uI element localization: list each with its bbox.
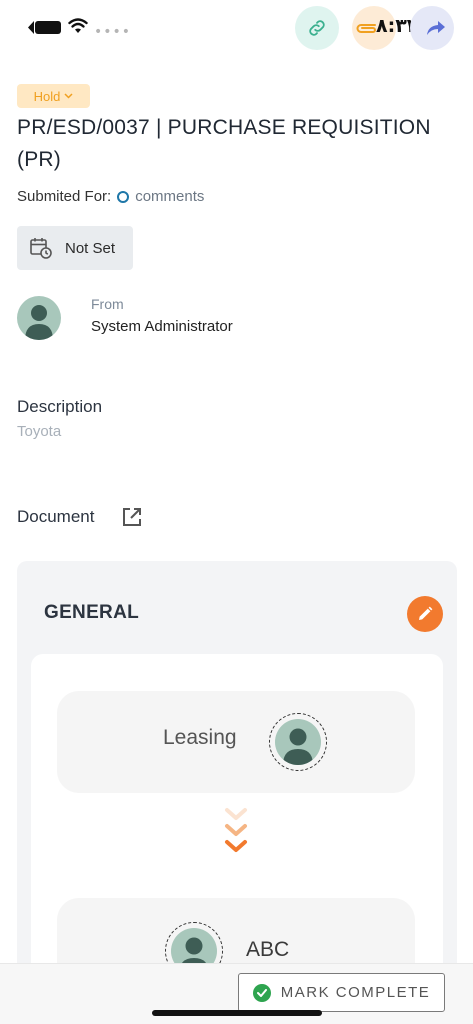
- bottom-action-bar: MARK COMPLETE: [0, 963, 473, 1024]
- workflow-step[interactable]: Leasing: [57, 691, 415, 793]
- submitted-for-value[interactable]: comments: [135, 188, 204, 205]
- signal-dots: ••••: [94, 24, 132, 40]
- from-label: From: [91, 296, 124, 312]
- step-name: Leasing: [163, 726, 237, 749]
- circle-icon: [117, 190, 130, 203]
- chevron-arrows-icon: [225, 808, 247, 852]
- description-label: Description: [17, 397, 103, 416]
- calendar-clock-icon: [30, 238, 52, 259]
- check-circle-icon: [252, 983, 271, 1002]
- submitted-for-row: Submited For: comments: [17, 188, 204, 205]
- step-assignee-avatar: [269, 713, 327, 771]
- submitted-for-label: Submited For:: [17, 188, 112, 205]
- chevron-down-icon: [64, 93, 73, 99]
- pencil-icon: [419, 606, 433, 620]
- copy-link-button[interactable]: [295, 6, 339, 50]
- wifi-icon: [68, 18, 88, 33]
- edit-workflow-button[interactable]: [407, 596, 443, 632]
- workflow-card: GENERAL Leasing ABC: [17, 561, 457, 1024]
- description-value: Toyota: [17, 423, 62, 440]
- open-external-icon[interactable]: [121, 506, 143, 528]
- share-icon: [427, 21, 445, 35]
- link-icon: [309, 20, 325, 36]
- sender-name: System Administrator: [91, 318, 233, 335]
- sender-avatar: [17, 296, 61, 340]
- share-button[interactable]: [410, 6, 454, 50]
- mark-complete-button[interactable]: MARK COMPLETE: [238, 973, 445, 1012]
- workflow-title: GENERAL: [44, 602, 139, 623]
- due-date-button[interactable]: Not Set: [17, 226, 133, 270]
- status-dropdown[interactable]: Hold: [17, 84, 90, 108]
- home-indicator[interactable]: [152, 1010, 322, 1016]
- status-label: Hold: [33, 88, 61, 104]
- step-name: ABC: [246, 938, 290, 961]
- mark-complete-label: MARK COMPLETE: [280, 984, 431, 1001]
- battery-icon: [28, 21, 61, 34]
- user-icon: [283, 728, 313, 765]
- user-icon: [25, 305, 53, 340]
- page-title: PR/ESD/0037 | PURCHASE REQUISITION (PR): [17, 116, 431, 171]
- document-label: Document: [17, 507, 95, 526]
- due-date-value: Not Set: [65, 239, 116, 257]
